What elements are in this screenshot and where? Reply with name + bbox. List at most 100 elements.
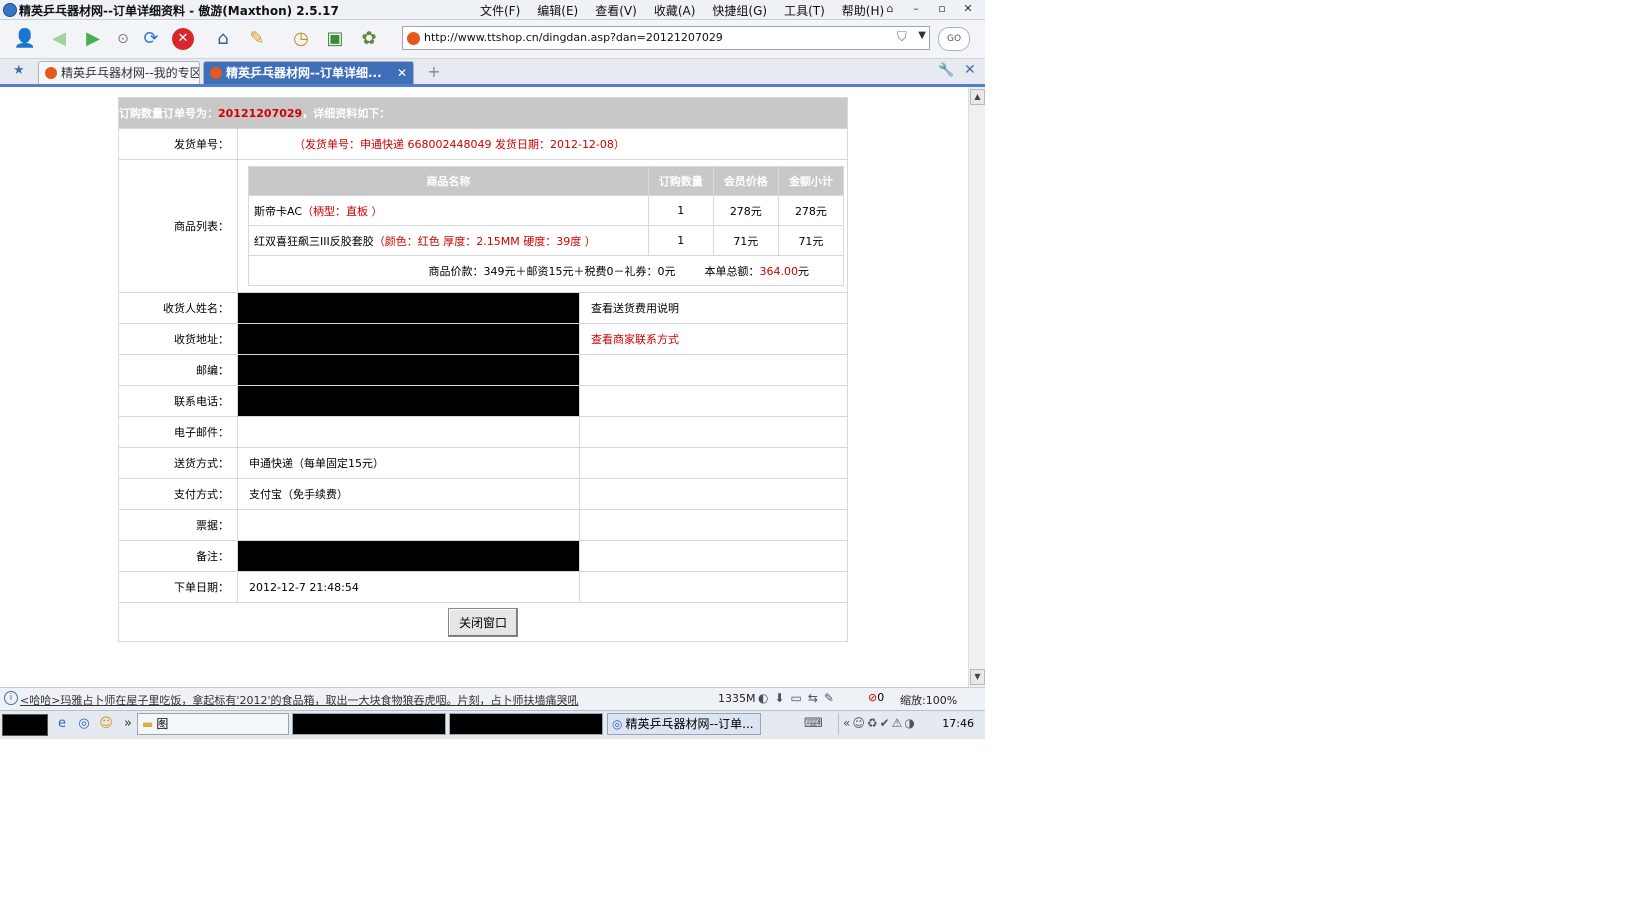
refresh-icon[interactable]: ⟳ bbox=[138, 26, 164, 52]
taskbar-browser-window[interactable]: ◎ 精英乒乓器材网--订单... bbox=[607, 713, 761, 735]
close-row: 关闭窗口 bbox=[118, 602, 848, 642]
tab-bar: ★ 精英乒乓器材网--我的专区 精英乒乓器材网--订单详细... ✕ + 🔧 ✕ bbox=[0, 59, 985, 87]
forward-icon[interactable]: ▶ bbox=[80, 26, 106, 52]
status-news-ticker[interactable]: <哈哈>玛雅占卜师在屋子里吃饭，拿起标有'2012'的食品箱，取出一大块食物狼吞… bbox=[20, 692, 578, 708]
status-tool-icons[interactable]: ◐⬇▭⇆✎ bbox=[758, 691, 840, 705]
payment-method-label: 支付方式： bbox=[118, 478, 238, 510]
goods-item-price: 71元 bbox=[712, 225, 779, 256]
close-all-tabs-icon[interactable]: ✕ bbox=[964, 62, 976, 78]
goods-header-subtotal: 金额小计 bbox=[777, 166, 845, 196]
pin-window-button[interactable]: ⌂ bbox=[877, 0, 903, 17]
taskbar-chat-window-redacted[interactable] bbox=[449, 713, 603, 735]
goods-item-spec: （颜色：红色 厚度：2.15MM 硬度：39度 ） bbox=[373, 234, 596, 248]
menu-favorites[interactable]: 收藏(A) bbox=[654, 2, 696, 19]
clock-icon[interactable]: ◷ bbox=[288, 26, 314, 52]
phone-redacted bbox=[237, 385, 580, 417]
taskbar-folder-window[interactable]: ▬ 图 bbox=[137, 713, 289, 735]
goods-item-name: 红双喜狂飙三III反胶套胶 bbox=[254, 234, 374, 248]
system-tray: «☺♻✔⚠◑ 17:46 bbox=[838, 713, 986, 735]
browser-window-label: 精英乒乓器材网--订单... bbox=[625, 717, 754, 731]
status-bar: i <哈哈>玛雅占卜师在屋子里吃饭，拿起标有'2012'的食品箱，取出一大块食物… bbox=[0, 687, 985, 710]
tab-order-detail[interactable]: 精英乒乓器材网--订单详细... ✕ bbox=[203, 61, 414, 84]
vertical-scrollbar[interactable]: ▲ ▼ bbox=[968, 87, 985, 687]
close-window-page-button[interactable]: 关闭窗口 bbox=[447, 607, 518, 637]
goods-header-name: 商品名称 bbox=[248, 166, 649, 196]
browser-icon: ◎ bbox=[612, 717, 623, 731]
goods-item-spec: （柄型：直板 ） bbox=[302, 204, 383, 218]
goods-header-qty: 订购数量 bbox=[647, 166, 714, 196]
maximize-button[interactable]: ▫ bbox=[929, 0, 955, 17]
home-icon[interactable]: ⌂ bbox=[210, 26, 236, 52]
recipient-name-row: 收货人姓名： 查看送货费用说明 bbox=[118, 292, 848, 324]
empty-side-cell bbox=[579, 385, 848, 417]
tray-icons[interactable]: «☺♻✔⚠◑ bbox=[843, 716, 917, 730]
goods-summary-row: 商品价款：349元＋邮资15元＋税费0－礼券：0元 本单总额：364.00元 bbox=[248, 255, 844, 286]
screenshot-icon[interactable]: ▣ bbox=[322, 26, 348, 52]
close-window-button[interactable]: ✕ bbox=[955, 0, 981, 17]
shipping-fee-link[interactable]: 查看送货费用说明 bbox=[579, 292, 848, 324]
shipping-no-row: 发货单号： （发货单号：申通快递 668002448049 发货日期：2012-… bbox=[118, 128, 848, 160]
security-shield-icon[interactable]: ⛉ bbox=[897, 30, 911, 46]
menu-tools[interactable]: 工具(T) bbox=[784, 2, 825, 19]
menu-edit[interactable]: 编辑(E) bbox=[537, 2, 578, 19]
settings-wrench-icon[interactable]: 🔧 bbox=[938, 63, 954, 78]
menu-groups[interactable]: 快捷组(G) bbox=[712, 2, 767, 19]
maxthon-quicklaunch-icon[interactable]: ◎ bbox=[76, 716, 92, 732]
menu-file[interactable]: 文件(F) bbox=[480, 2, 520, 19]
ie-icon[interactable]: e bbox=[54, 716, 70, 732]
address-dropdown-icon[interactable]: ▼ bbox=[918, 30, 926, 41]
goods-summary: 商品价款：349元＋邮资15元＋税费0－礼券：0元 本单总额：364.00元 bbox=[248, 255, 844, 286]
empty-side-cell bbox=[579, 447, 848, 479]
qq-icon[interactable]: ☺ bbox=[98, 716, 114, 732]
favorites-add-icon[interactable]: ✎ bbox=[244, 26, 270, 52]
new-tab-button[interactable]: + bbox=[423, 61, 445, 82]
tab-favicon bbox=[45, 67, 57, 79]
window-title: 精英乒乓器材网--订单详细资料 - 傲游(Maxthon) 2.5.17 bbox=[19, 4, 339, 18]
address-row: 收货地址： 查看商家联系方式 bbox=[118, 323, 848, 355]
total-label: 本单总额： bbox=[704, 264, 760, 278]
user-icon[interactable]: 👤 bbox=[12, 26, 38, 52]
merchant-contact-link[interactable]: 查看商家联系方式 bbox=[579, 323, 848, 355]
address-bar[interactable]: http://www.ttshop.cn/dingdan.asp?dan=201… bbox=[402, 26, 930, 50]
stop-icon[interactable]: ✕ bbox=[172, 28, 194, 50]
url-text[interactable]: http://www.ttshop.cn/dingdan.asp?dan=201… bbox=[424, 31, 723, 44]
email-value bbox=[237, 416, 580, 448]
screen: 精英乒乓器材网--订单详细资料 - 傲游(Maxthon) 2.5.17 文件(… bbox=[0, 0, 985, 775]
order-date-value: 2012-12-7 21:48:54 bbox=[237, 571, 580, 603]
popup-blocked-indicator[interactable]: ⊘0 bbox=[868, 691, 884, 704]
goods-item-name-cell: 斯帝卡AC（柄型：直板 ） bbox=[248, 195, 649, 226]
close-cell: 关闭窗口 bbox=[118, 602, 848, 642]
email-row: 电子邮件： bbox=[118, 416, 848, 448]
history-dropdown-icon[interactable]: ⊙ bbox=[110, 26, 136, 52]
close-tab-icon[interactable]: ✕ bbox=[397, 62, 407, 84]
menu-view[interactable]: 查看(V) bbox=[595, 2, 637, 19]
scroll-down-icon[interactable]: ▼ bbox=[970, 669, 985, 685]
goods-item-qty: 1 bbox=[647, 195, 714, 226]
keyboard-icon[interactable]: ⌨ bbox=[804, 716, 823, 732]
goods-cell: 商品名称 订购数量 会员价格 金额小计 斯帝卡AC（柄型：直板 ） 1 278元… bbox=[237, 159, 848, 293]
delivery-method-value: 申通快递（每单固定15元） bbox=[237, 447, 580, 479]
price-breakdown: 商品价款：349元＋邮资15元＋税费0－礼券：0元 bbox=[428, 264, 676, 278]
shipping-no-label: 发货单号： bbox=[118, 128, 238, 160]
taskbar-chat-window-redacted[interactable] bbox=[292, 713, 446, 735]
order-header: 订购数量订单号为：20121207029，详细资料如下： bbox=[118, 97, 848, 129]
maxthon-icon bbox=[3, 3, 17, 17]
goods-item-name: 斯帝卡AC bbox=[254, 204, 303, 218]
empty-side-cell bbox=[579, 540, 848, 572]
tab-label: 精英乒乓器材网--我的专区 bbox=[61, 66, 200, 80]
zoom-control[interactable]: 缩放:100% bbox=[900, 692, 957, 708]
goods-row: 商品列表： 商品名称 订购数量 会员价格 金额小计 斯帝卡AC（柄型：直板 ） bbox=[118, 159, 848, 293]
tab-favicon bbox=[210, 67, 222, 79]
scroll-up-icon[interactable]: ▲ bbox=[970, 89, 985, 105]
favorites-star-icon[interactable]: ★ bbox=[13, 63, 25, 78]
tab-my-area[interactable]: 精英乒乓器材网--我的专区 bbox=[38, 61, 200, 84]
order-number: 20121207029 bbox=[218, 107, 303, 120]
more-quicklaunch-icon[interactable]: » bbox=[120, 716, 136, 732]
tab-label: 精英乒乓器材网--订单详细... bbox=[226, 66, 382, 80]
minimize-button[interactable]: – bbox=[903, 0, 929, 17]
start-button-redacted[interactable] bbox=[2, 714, 48, 736]
goods-header-price: 会员价格 bbox=[712, 166, 779, 196]
go-button[interactable]: GO bbox=[938, 27, 970, 51]
tools-icon[interactable]: ✿ bbox=[356, 26, 382, 52]
back-icon[interactable]: ◀ bbox=[46, 26, 72, 52]
